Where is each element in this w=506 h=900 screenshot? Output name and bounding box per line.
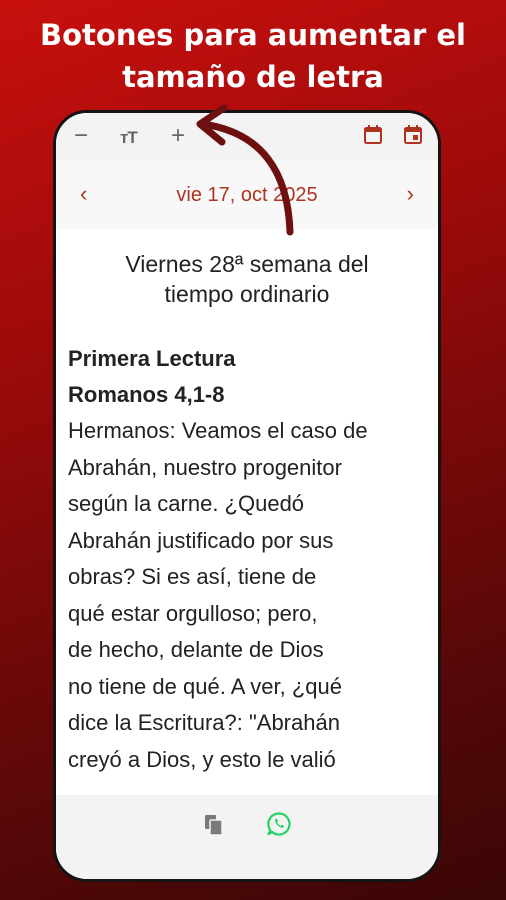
- calendar-today-icon[interactable]: [404, 125, 422, 144]
- reading-content[interactable]: Viernes 28ª semana del tiempo ordinario …: [56, 229, 438, 799]
- reading-line: según la carne. ¿Quedó: [68, 491, 305, 516]
- bottom-bar: [56, 795, 438, 879]
- headline-line-1: Botones para aumentar el: [40, 18, 466, 52]
- minus-icon: −: [74, 122, 89, 149]
- reading-header: Primera Lectura Romanos 4,1-8: [68, 341, 236, 413]
- reading-heading: Primera Lectura: [68, 346, 236, 371]
- reading-reference: Romanos 4,1-8: [68, 382, 225, 407]
- reading-line: de hecho, delante de Dios: [68, 637, 324, 662]
- plus-icon: +: [171, 122, 186, 149]
- liturgical-day-title: Viernes 28ª semana del tiempo ordinario: [76, 249, 418, 309]
- current-date[interactable]: vie 17, oct 2025: [96, 183, 398, 207]
- headline-line-2: tamaño de letra: [122, 60, 384, 94]
- day-title-line-2: tiempo ordinario: [164, 281, 330, 307]
- increase-font-button[interactable]: +: [171, 122, 185, 150]
- reading-line: Abrahán justificado por sus: [68, 527, 334, 553]
- text-size-icon: ᴛT: [120, 128, 138, 147]
- decrease-font-button[interactable]: −: [74, 122, 88, 150]
- phone-frame: − ᴛT + ‹ vie 17, oct 2025 › Viernes 28ª …: [53, 110, 441, 882]
- reading-line: qué estar orgulloso; pero,: [68, 600, 318, 626]
- reading-line: creyó a Dios, y esto le valió: [68, 746, 336, 772]
- day-title-line-1: Viernes 28ª semana del: [125, 251, 369, 277]
- next-day-button[interactable]: ›: [407, 183, 414, 205]
- reading-text: Hermanos: Veamos el caso de Abrahán, nue…: [68, 413, 430, 778]
- reading-line: Abrahán, nuestro progenitor: [68, 454, 342, 480]
- reading-line: Hermanos: Veamos el caso de: [68, 418, 368, 443]
- reading-line: no tiene de qué. A ver, ¿qué: [68, 673, 342, 699]
- whatsapp-icon[interactable]: [266, 811, 292, 837]
- previous-day-button[interactable]: ‹: [80, 183, 87, 205]
- reading-line: obras? Si es así, tiene de: [68, 564, 317, 589]
- font-size-button[interactable]: ᴛT: [120, 124, 138, 152]
- promo-headline: Botones para aumentar el tamaño de letra: [0, 14, 506, 98]
- calendar-icon[interactable]: [364, 125, 382, 144]
- copy-icon[interactable]: [204, 814, 224, 836]
- reading-line: dice la Escritura?: "Abrahán: [68, 710, 340, 735]
- date-navigation: ‹ vie 17, oct 2025 ›: [56, 161, 438, 229]
- toolbar: − ᴛT +: [56, 113, 438, 161]
